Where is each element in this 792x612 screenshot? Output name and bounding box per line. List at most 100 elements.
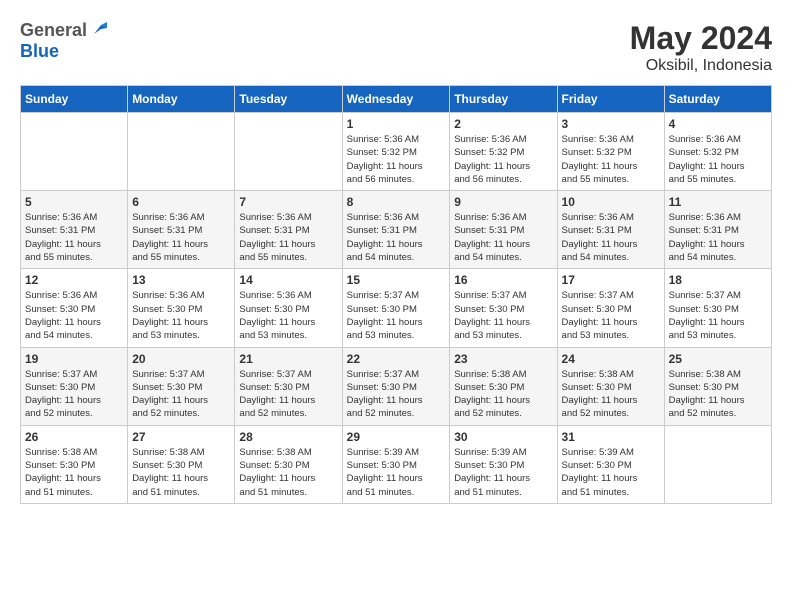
calendar-cell: 28Sunrise: 5:38 AMSunset: 5:30 PMDayligh… <box>235 425 342 503</box>
day-number: 16 <box>454 273 552 287</box>
day-info: Sunrise: 5:36 AMSunset: 5:31 PMDaylight:… <box>454 211 552 264</box>
logo: General Blue <box>20 20 107 62</box>
day-info: Sunrise: 5:37 AMSunset: 5:30 PMDaylight:… <box>669 289 767 342</box>
calendar-cell: 18 Sunrise: 5:37 AMSunset: 5:30 PMDayligh… <box>664 269 771 347</box>
calendar-cell: 11Sunrise: 5:36 AMSunset: 5:31 PMDayligh… <box>664 191 771 269</box>
calendar-cell: 27 Sunrise: 5:38 AMSunset: 5:30 PMDayligh… <box>128 425 235 503</box>
day-number: 26 <box>25 430 123 444</box>
calendar-cell <box>664 425 771 503</box>
calendar-cell <box>128 113 235 191</box>
day-number: 19 <box>25 352 123 366</box>
calendar-cell: 1 Sunrise: 5:36 AMSunset: 5:32 PMDaylight… <box>342 113 450 191</box>
calendar-cell: 17 Sunrise: 5:37 AMSunset: 5:30 PMDayligh… <box>557 269 664 347</box>
day-info: Sunrise: 5:36 AMSunset: 5:31 PMDaylight:… <box>25 211 123 264</box>
day-info: Sunrise: 5:38 AMSunset: 5:30 PMDaylight:… <box>669 368 767 421</box>
logo-bird-icon <box>89 20 107 38</box>
page-header: General Blue May 2024 Oksibil, Indonesia <box>20 20 772 75</box>
calendar-week-row: 26 Sunrise: 5:38 AMSunset: 5:30 PMDayligh… <box>21 425 772 503</box>
day-info: Sunrise: 5:36 AMSunset: 5:30 PMDaylight:… <box>239 289 337 342</box>
day-number: 3 <box>562 117 660 131</box>
day-number: 12 <box>25 273 123 287</box>
day-info: Sunrise: 5:39 AMSunset: 5:30 PMDaylight:… <box>562 446 660 499</box>
calendar-week-row: 5 Sunrise: 5:36 AMSunset: 5:31 PMDaylight… <box>21 191 772 269</box>
day-info: Sunrise: 5:37 AMSunset: 5:30 PMDaylight:… <box>454 289 552 342</box>
day-info: Sunrise: 5:39 AMSunset: 5:30 PMDaylight:… <box>347 446 446 499</box>
calendar-cell: 21Sunrise: 5:37 AMSunset: 5:30 PMDayligh… <box>235 347 342 425</box>
day-info: Sunrise: 5:36 AMSunset: 5:32 PMDaylight:… <box>454 133 552 186</box>
day-info: Sunrise: 5:36 AMSunset: 5:31 PMDaylight:… <box>669 211 767 264</box>
day-info: Sunrise: 5:37 AMSunset: 5:30 PMDaylight:… <box>347 368 446 421</box>
day-number: 2 <box>454 117 552 131</box>
calendar-cell: 22Sunrise: 5:37 AMSunset: 5:30 PMDayligh… <box>342 347 450 425</box>
calendar-week-row: 12 Sunrise: 5:36 AMSunset: 5:30 PMDayligh… <box>21 269 772 347</box>
day-info: Sunrise: 5:38 AMSunset: 5:30 PMDaylight:… <box>454 368 552 421</box>
day-number: 25 <box>669 352 767 366</box>
calendar-cell: 2 Sunrise: 5:36 AMSunset: 5:32 PMDaylight… <box>450 113 557 191</box>
day-number: 13 <box>132 273 230 287</box>
day-header-saturday: Saturday <box>664 86 771 113</box>
calendar-cell: 14Sunrise: 5:36 AMSunset: 5:30 PMDayligh… <box>235 269 342 347</box>
day-info: Sunrise: 5:36 AMSunset: 5:31 PMDaylight:… <box>347 211 446 264</box>
calendar-table: SundayMondayTuesdayWednesdayThursdayFrid… <box>20 85 772 504</box>
day-number: 8 <box>347 195 446 209</box>
day-number: 27 <box>132 430 230 444</box>
calendar-cell: 9 Sunrise: 5:36 AMSunset: 5:31 PMDaylight… <box>450 191 557 269</box>
day-info: Sunrise: 5:36 AMSunset: 5:30 PMDaylight:… <box>132 289 230 342</box>
day-info: Sunrise: 5:38 AMSunset: 5:30 PMDaylight:… <box>132 446 230 499</box>
day-number: 10 <box>562 195 660 209</box>
day-info: Sunrise: 5:36 AMSunset: 5:32 PMDaylight:… <box>669 133 767 186</box>
calendar-cell: 13 Sunrise: 5:36 AMSunset: 5:30 PMDayligh… <box>128 269 235 347</box>
day-number: 5 <box>25 195 123 209</box>
day-number: 31 <box>562 430 660 444</box>
logo-general-text: General <box>20 20 87 41</box>
day-number: 9 <box>454 195 552 209</box>
calendar-cell: 16 Sunrise: 5:37 AMSunset: 5:30 PMDayligh… <box>450 269 557 347</box>
location-title: Oksibil, Indonesia <box>630 57 772 75</box>
day-header-friday: Friday <box>557 86 664 113</box>
calendar-cell: 30 Sunrise: 5:39 AMSunset: 5:30 PMDayligh… <box>450 425 557 503</box>
day-info: Sunrise: 5:37 AMSunset: 5:30 PMDaylight:… <box>25 368 123 421</box>
day-number: 7 <box>239 195 337 209</box>
day-header-wednesday: Wednesday <box>342 86 450 113</box>
day-info: Sunrise: 5:37 AMSunset: 5:30 PMDaylight:… <box>132 368 230 421</box>
calendar-cell: 12 Sunrise: 5:36 AMSunset: 5:30 PMDayligh… <box>21 269 128 347</box>
day-info: Sunrise: 5:39 AMSunset: 5:30 PMDaylight:… <box>454 446 552 499</box>
calendar-cell: 6Sunrise: 5:36 AMSunset: 5:31 PMDaylight… <box>128 191 235 269</box>
day-number: 6 <box>132 195 230 209</box>
day-number: 15 <box>347 273 446 287</box>
day-info: Sunrise: 5:37 AMSunset: 5:30 PMDaylight:… <box>347 289 446 342</box>
day-number: 18 <box>669 273 767 287</box>
calendar-cell: 8 Sunrise: 5:36 AMSunset: 5:31 PMDaylight… <box>342 191 450 269</box>
day-info: Sunrise: 5:36 AMSunset: 5:32 PMDaylight:… <box>562 133 660 186</box>
calendar-cell: 4 Sunrise: 5:36 AMSunset: 5:32 PMDaylight… <box>664 113 771 191</box>
calendar-cell: 23 Sunrise: 5:38 AMSunset: 5:30 PMDayligh… <box>450 347 557 425</box>
calendar-cell: 15 Sunrise: 5:37 AMSunset: 5:30 PMDayligh… <box>342 269 450 347</box>
day-number: 17 <box>562 273 660 287</box>
day-number: 4 <box>669 117 767 131</box>
day-header-tuesday: Tuesday <box>235 86 342 113</box>
month-title: May 2024 <box>630 20 772 57</box>
title-block: May 2024 Oksibil, Indonesia <box>630 20 772 75</box>
day-number: 30 <box>454 430 552 444</box>
calendar-cell: 7Sunrise: 5:36 AMSunset: 5:31 PMDaylight… <box>235 191 342 269</box>
calendar-cell: 29 Sunrise: 5:39 AMSunset: 5:30 PMDayligh… <box>342 425 450 503</box>
day-info: Sunrise: 5:36 AMSunset: 5:32 PMDaylight:… <box>347 133 446 186</box>
day-number: 23 <box>454 352 552 366</box>
header-row: SundayMondayTuesdayWednesdayThursdayFrid… <box>21 86 772 113</box>
calendar-cell: 24 Sunrise: 5:38 AMSunset: 5:30 PMDayligh… <box>557 347 664 425</box>
day-info: Sunrise: 5:37 AMSunset: 5:30 PMDaylight:… <box>562 289 660 342</box>
day-number: 24 <box>562 352 660 366</box>
logo-blue-text: Blue <box>20 41 59 61</box>
day-info: Sunrise: 5:38 AMSunset: 5:30 PMDaylight:… <box>239 446 337 499</box>
day-info: Sunrise: 5:38 AMSunset: 5:30 PMDaylight:… <box>562 368 660 421</box>
calendar-cell <box>21 113 128 191</box>
day-number: 29 <box>347 430 446 444</box>
calendar-cell: 3 Sunrise: 5:36 AMSunset: 5:32 PMDaylight… <box>557 113 664 191</box>
day-info: Sunrise: 5:37 AMSunset: 5:30 PMDaylight:… <box>239 368 337 421</box>
day-info: Sunrise: 5:36 AMSunset: 5:30 PMDaylight:… <box>25 289 123 342</box>
calendar-week-row: 1 Sunrise: 5:36 AMSunset: 5:32 PMDaylight… <box>21 113 772 191</box>
day-number: 1 <box>347 117 446 131</box>
calendar-cell: 20Sunrise: 5:37 AMSunset: 5:30 PMDayligh… <box>128 347 235 425</box>
calendar-week-row: 19 Sunrise: 5:37 AMSunset: 5:30 PMDayligh… <box>21 347 772 425</box>
calendar-cell: 10Sunrise: 5:36 AMSunset: 5:31 PMDayligh… <box>557 191 664 269</box>
